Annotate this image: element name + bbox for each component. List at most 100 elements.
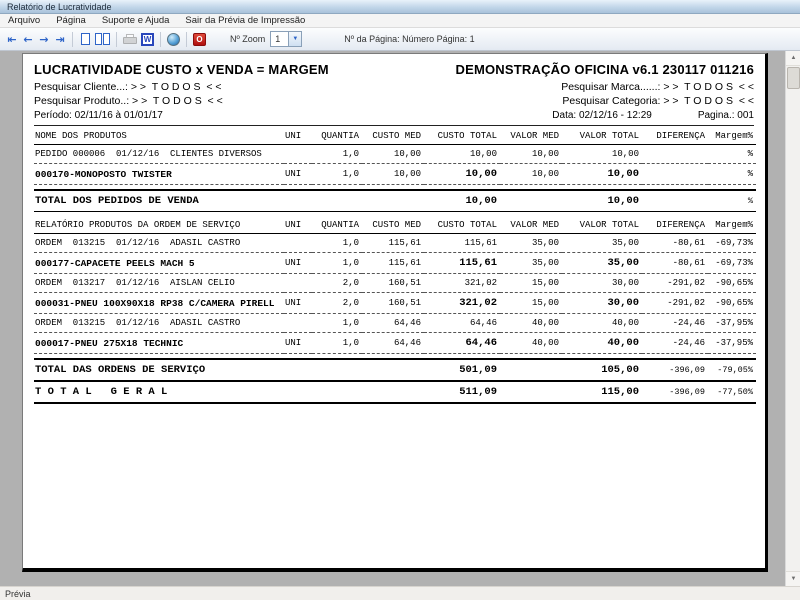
total-empty	[500, 357, 562, 381]
cell-custo-med: 64,46	[362, 332, 424, 354]
web-button[interactable]	[165, 30, 182, 49]
column-header: DIFERENÇA	[642, 128, 708, 145]
total-valor: 115,00	[562, 379, 642, 404]
column-header: Margem%	[708, 128, 756, 145]
last-page-button[interactable]: ⇥	[52, 30, 68, 49]
zoom-value: 1	[275, 34, 281, 44]
report-header: LUCRATIVIDADE CUSTO x VENDA = MARGEM DEM…	[34, 62, 754, 126]
zoom-dropdown[interactable]: 1 ▼	[270, 31, 303, 47]
menu-item-pagina[interactable]: Página	[56, 15, 86, 26]
menu-item-sair-previa[interactable]: Sair da Prévia de Impressão	[185, 15, 305, 26]
cell-name: PEDIDO 000006 01/12/16 CLIENTES DIVERSOS	[34, 144, 284, 164]
table-row: 000170-MONOPOSTO TWISTER UNI 1,0 10,00 10,00…	[34, 163, 756, 185]
cell-uni: UNI	[284, 252, 312, 274]
column-header: CUSTO TOTAL	[424, 217, 500, 234]
scroll-down-icon[interactable]: ▼	[786, 571, 800, 586]
vertical-scrollbar[interactable]: ▲ ▼	[785, 51, 800, 586]
menu-item-arquivo[interactable]: Arquivo	[8, 15, 40, 26]
cell-custo-total: 321,02	[424, 273, 500, 293]
cell-valor-total: 40,00	[562, 313, 642, 333]
total-empty	[500, 188, 562, 212]
toolbar-separator	[186, 31, 187, 47]
single-page-icon	[80, 33, 90, 45]
table-row: 000177-CAPACETE PEELS MACH 5 UNI 1,0 115,61…	[34, 252, 756, 274]
menu-bar: Arquivo Página Suporte e Ajuda Sair da P…	[0, 14, 800, 28]
word-icon: W	[141, 32, 154, 46]
column-header: QUANTIA	[312, 128, 362, 145]
app-version-title: DEMONSTRAÇÃO OFICINA v6.1 230117 011216	[455, 62, 754, 77]
column-header: VALOR TOTAL	[562, 128, 642, 145]
cell-custo-total: 64,46	[424, 332, 500, 354]
cell-quantia: 1,0	[312, 163, 362, 185]
first-page-button[interactable]: ⇤	[4, 30, 20, 49]
export-word-button[interactable]: W	[139, 30, 156, 49]
column-header: VALOR TOTAL	[562, 217, 642, 234]
exit-icon: O	[193, 32, 206, 46]
cell-custo-med: 10,00	[362, 163, 424, 185]
cell-custo-med: 115,61	[362, 252, 424, 274]
column-header: Margem%	[708, 217, 756, 234]
total-custo: 501,09	[424, 357, 500, 381]
cell-diferenca: -24,46	[642, 332, 708, 354]
two-page-icon	[95, 33, 102, 45]
total-empty	[500, 379, 562, 404]
cell-quantia: 1,0	[312, 233, 362, 253]
globe-icon	[167, 32, 180, 46]
table-row: PEDIDO 000006 01/12/16 CLIENTES DIVERSOS…	[34, 144, 756, 164]
cell-quantia: 1,0	[312, 252, 362, 274]
table-row: 000031-PNEU 100X90X18 RP38 C/CAMERA PIRE…	[34, 292, 756, 314]
cell-diferenca: -291,02	[642, 292, 708, 314]
printer-icon	[123, 33, 137, 45]
preview-canvas: LUCRATIVIDADE CUSTO x VENDA = MARGEM DEM…	[0, 51, 800, 586]
cell-custo-total: 115,61	[424, 252, 500, 274]
cell-quantia: 1,0	[312, 332, 362, 354]
cell-custo-total: 321,02	[424, 292, 500, 314]
menu-item-suporte[interactable]: Suporte e Ajuda	[102, 15, 170, 26]
report-page-number: Pagina.: 001	[697, 110, 754, 121]
window-title: Relatório de Lucratividade	[7, 1, 112, 12]
scrollbar-thumb[interactable]	[787, 67, 800, 89]
cell-diferenca: -80,61	[642, 233, 708, 253]
cell-margem: -90,65%	[708, 273, 756, 293]
filter-categoria: Pesquisar Categoria: > > T O D O S < <	[562, 95, 754, 107]
prev-page-button[interactable]: ←	[20, 30, 36, 49]
cell-custo-total: 115,61	[424, 233, 500, 253]
next-page-button[interactable]: →	[36, 30, 52, 49]
cell-margem: -37,95%	[708, 313, 756, 333]
total-diferenca	[642, 188, 708, 212]
last-page-icon: ⇥	[55, 32, 65, 46]
cell-diferenca	[642, 144, 708, 164]
cell-margem: %	[708, 163, 756, 185]
cell-uni: UNI	[284, 332, 312, 354]
two-page-view-button[interactable]	[93, 30, 112, 49]
column-header: DIFERENÇA	[642, 217, 708, 234]
single-page-view-button[interactable]	[77, 30, 93, 49]
toolbar: ⇤ ← → ⇥ W O Nº Zoom 1 ▼ Nº da Página: Nú…	[0, 28, 800, 51]
cell-name: 000017-PNEU 275X18 TECHNIC	[34, 332, 284, 354]
column-header: VALOR MED	[500, 128, 562, 145]
column-header: CUSTO TOTAL	[424, 128, 500, 145]
total-diferenca: -396,09	[642, 357, 708, 381]
cell-uni	[284, 313, 312, 333]
zoom-label: Nº Zoom	[230, 34, 266, 44]
status-label: Prévia	[5, 588, 31, 599]
column-header: UNI	[284, 217, 312, 234]
cell-valor-total: 10,00	[562, 144, 642, 164]
exit-button[interactable]: O	[191, 30, 208, 49]
column-header: VALOR MED	[500, 217, 562, 234]
cell-valor-total: 35,00	[562, 233, 642, 253]
cell-custo-med: 10,00	[362, 144, 424, 164]
print-button[interactable]	[121, 30, 139, 49]
scroll-up-icon[interactable]: ▲	[786, 51, 800, 66]
total-row: TOTAL DOS PEDIDOS DE VENDA 10,00 10,00%	[34, 188, 756, 212]
filter-cliente: Pesquisar Cliente...: > > T O D O S < <	[34, 81, 222, 93]
cell-quantia: 2,0	[312, 292, 362, 314]
cell-uni	[284, 144, 312, 164]
cell-custo-med: 64,46	[362, 313, 424, 333]
cell-custo-total: 64,46	[424, 313, 500, 333]
cell-margem: %	[708, 144, 756, 164]
chevron-down-icon[interactable]: ▼	[288, 32, 302, 46]
column-header: QUANTIA	[312, 217, 362, 234]
filter-produto: Pesquisar Produto..: > > T O D O S < <	[34, 95, 223, 107]
cell-name: 000031-PNEU 100X90X18 RP38 C/CAMERA PIRE…	[34, 292, 284, 314]
